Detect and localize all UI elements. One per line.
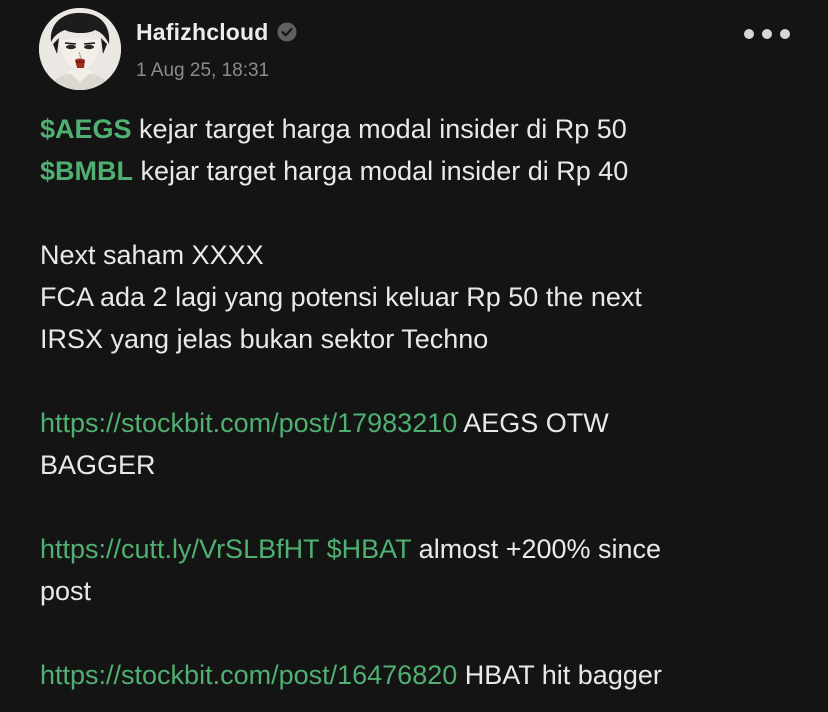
body-text: kejar target harga modal insider di Rp 5… bbox=[131, 114, 627, 144]
body-text: kejar target harga modal insider di Rp 4… bbox=[133, 156, 629, 186]
author-name[interactable]: Hafizhcloud bbox=[136, 19, 269, 46]
post-card: Hafizhcloud 1 Aug 25, 18:31 $AEGS kejar … bbox=[0, 0, 828, 712]
avatar-portrait bbox=[39, 8, 121, 90]
avatar[interactable] bbox=[39, 8, 121, 90]
body-line: https://cutt.ly/VrSLBfHT $HBAT almost +2… bbox=[40, 528, 810, 570]
ticker-link[interactable]: $BMBL bbox=[40, 156, 133, 186]
short-link[interactable]: https://cutt.ly/VrSLBfHT bbox=[40, 534, 319, 564]
post-body: $AEGS kejar target harga modal insider d… bbox=[40, 108, 810, 696]
more-dot bbox=[744, 29, 754, 39]
body-line: $AEGS kejar target harga modal insider d… bbox=[40, 108, 810, 150]
body-line: FCA ada 2 lagi yang potensi keluar Rp 50… bbox=[40, 282, 642, 312]
post-timestamp: 1 Aug 25, 18:31 bbox=[136, 60, 270, 81]
body-line: BAGGER bbox=[40, 450, 156, 480]
post-link[interactable]: https://stockbit.com/post/17983210 bbox=[40, 408, 457, 438]
more-dot bbox=[780, 29, 790, 39]
more-dot bbox=[762, 29, 772, 39]
body-line: IRSX yang jelas bukan sektor Techno bbox=[40, 324, 489, 354]
body-line: Next saham XXXX bbox=[40, 240, 264, 270]
verified-check-icon bbox=[277, 22, 297, 42]
body-text: almost +200% since bbox=[411, 534, 662, 564]
more-dots-icon[interactable] bbox=[744, 24, 790, 44]
ticker-link[interactable]: $AEGS bbox=[40, 114, 132, 144]
body-line: https://stockbit.com/post/17983210 AEGS … bbox=[40, 402, 810, 444]
body-text: HBAT hit bagger bbox=[457, 660, 662, 690]
author-row: Hafizhcloud bbox=[136, 15, 297, 49]
post-link[interactable]: https://stockbit.com/post/16476820 bbox=[40, 660, 457, 690]
body-text: AEGS OTW bbox=[457, 408, 609, 438]
body-line: $BMBL kejar target harga modal insider d… bbox=[40, 150, 810, 192]
body-line: post bbox=[40, 576, 92, 606]
ticker-link[interactable]: $HBAT bbox=[327, 534, 412, 564]
body-line: https://stockbit.com/post/16476820 HBAT … bbox=[40, 654, 810, 696]
